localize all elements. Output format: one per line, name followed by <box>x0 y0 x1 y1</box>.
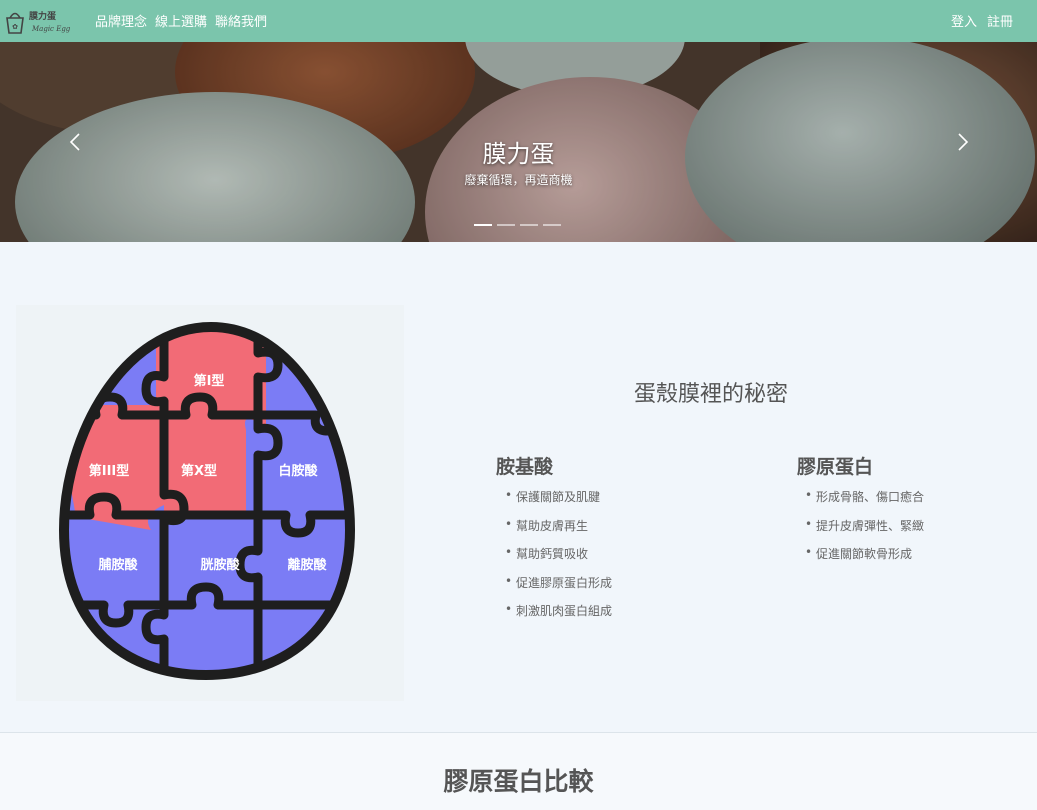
carousel-indicator[interactable] <box>474 224 492 226</box>
puzzle-label: 離胺酸 <box>287 557 327 573</box>
svg-text:膜力蛋: 膜力蛋 <box>28 10 56 22</box>
puzzle-label: 第X型 <box>181 463 217 479</box>
carousel-indicator[interactable] <box>520 224 538 226</box>
nav-link-shop[interactable]: 線上選購 <box>155 11 207 30</box>
egg-puzzle-illustration: 第I型 第III型 第X型 白胺酸 脯胺酸 胱胺酸 離胺酸 <box>58 321 356 681</box>
login-link[interactable]: 登入 <box>951 11 977 30</box>
puzzle-label: 白胺酸 <box>278 463 318 479</box>
list-item: 刺激肌肉蛋白組成 <box>505 602 612 619</box>
hero-carousel: 膜力蛋 廢棄循環，再造商機 <box>0 42 1037 242</box>
navbar: ✿ 膜力蛋 Magic Egg 品牌理念 線上選購 聯絡我們 登入 註冊 <box>0 0 1037 42</box>
list-item: 促進關節軟骨形成 <box>805 545 912 562</box>
egg-puzzle-panel: 第I型 第III型 第X型 白胺酸 脯胺酸 胱胺酸 離胺酸 <box>16 305 404 701</box>
puzzle-label: 第III型 <box>89 463 130 479</box>
section-title: 蛋殼膜裡的秘密 <box>633 382 788 407</box>
register-link[interactable]: 註冊 <box>987 11 1013 30</box>
puzzle-label: 胱胺酸 <box>200 557 240 573</box>
compare-title: 膠原蛋白比較 <box>443 767 594 796</box>
carousel-indicator[interactable] <box>543 224 561 226</box>
list-item: 提升皮膚彈性、緊緻 <box>805 517 924 534</box>
hero-title: 膜力蛋 <box>482 140 555 168</box>
svg-text:✿: ✿ <box>12 23 18 31</box>
carousel-indicator[interactable] <box>497 224 515 226</box>
collagen-heading: 膠原蛋白 <box>797 456 874 478</box>
list-item: 保護關節及肌腱 <box>505 488 600 505</box>
basket-icon: ✿ 膜力蛋 Magic Egg <box>6 10 71 34</box>
list-item: 幫助鈣質吸收 <box>505 545 588 562</box>
svg-text:Magic Egg: Magic Egg <box>31 25 71 33</box>
list-item: 形成骨骼、傷口癒合 <box>805 488 924 505</box>
puzzle-label: 脯胺酸 <box>98 557 138 573</box>
puzzle-label: 第I型 <box>194 373 225 389</box>
brand-logo[interactable]: ✿ 膜力蛋 Magic Egg <box>4 6 76 36</box>
amino-heading: 胺基酸 <box>496 456 554 478</box>
list-item: 促進膠原蛋白形成 <box>505 574 612 591</box>
nav-link-brand[interactable]: 品牌理念 <box>95 11 147 30</box>
hero-subtitle: 廢棄循環，再造商機 <box>464 173 573 187</box>
nav-link-contact[interactable]: 聯絡我們 <box>215 11 267 30</box>
list-item: 幫助皮膚再生 <box>505 517 588 534</box>
